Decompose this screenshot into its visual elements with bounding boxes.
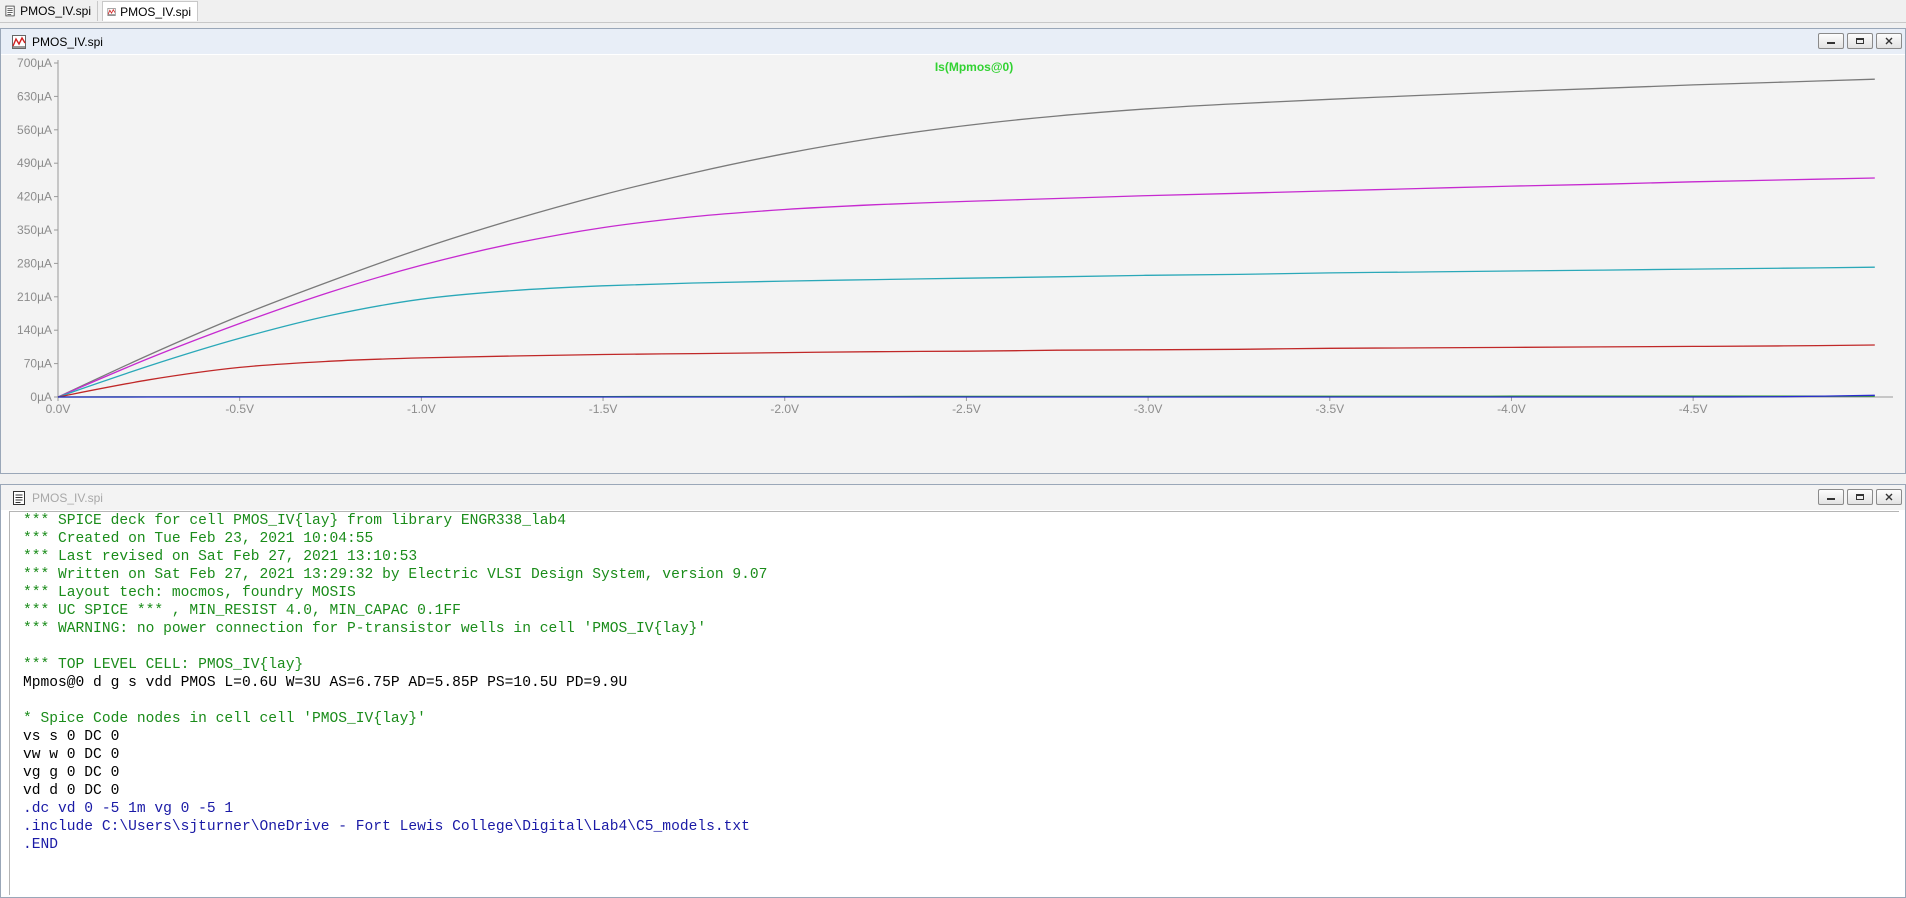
close-button[interactable] (1876, 489, 1902, 505)
restore-icon (1856, 494, 1864, 500)
close-icon (1885, 493, 1893, 501)
y-tick-label: 70µA (24, 357, 52, 371)
y-tick-label: 490µA (17, 156, 52, 170)
netlist-line[interactable]: *** Layout tech: mocmos, foundry MOSIS (23, 584, 1899, 602)
close-icon (1885, 37, 1893, 45)
minimize-button[interactable] (1818, 489, 1844, 505)
document-icon (13, 490, 25, 505)
minimize-icon (1827, 498, 1835, 500)
netlist-line[interactable]: vd d 0 DC 0 (23, 782, 1899, 800)
netlist-line[interactable]: .include C:\Users\sjturner\OneDrive - Fo… (23, 818, 1899, 836)
signal-title[interactable]: Is(Mpmos@0) (935, 60, 1013, 74)
netlist-line[interactable]: .dc vd 0 -5 1m vg 0 -5 1 (23, 800, 1899, 818)
waveform-icon (107, 7, 116, 16)
series-line-3[interactable] (57, 266, 1875, 398)
waveform-chart[interactable]: Is(Mpmos@0) 0µA70µA140µA210µA280µA350µA4… (1, 55, 1905, 473)
y-tick-label: 700µA (17, 56, 52, 70)
waveform-icon (12, 34, 26, 49)
netlist-text-editor[interactable]: *** SPICE deck for cell PMOS_IV{lay} fro… (9, 511, 1899, 895)
minimize-button[interactable] (1818, 33, 1844, 49)
netlist-window-titlebar[interactable]: PMOS_IV.spi (1, 485, 1905, 510)
netlist-line[interactable]: *** SPICE deck for cell PMOS_IV{lay} fro… (23, 512, 1899, 530)
restore-button[interactable] (1847, 33, 1873, 49)
waveform-window-titlebar[interactable]: PMOS_IV.spi (1, 29, 1905, 54)
x-tick-label: -3.5V (1315, 402, 1344, 416)
waveform-window: PMOS_IV.spi Is(Mpmos@0) 0µA 70µA 140µA 210µ… (0, 28, 1906, 474)
window-title: PMOS_IV.spi (32, 34, 103, 49)
netlist-line[interactable]: Mpmos@0 d g s vdd PMOS L=0.6U W=3U AS=6.… (23, 674, 1899, 692)
netlist-line[interactable]: *** Written on Sat Feb 27, 2021 13:29:32… (23, 566, 1899, 584)
document-tab-bar: PMOS_IV.spi PMOS_IV.spi (0, 0, 1906, 23)
series-line-2[interactable] (57, 177, 1875, 398)
netlist-line[interactable]: .END (23, 836, 1899, 854)
y-tick-label: 630µA (17, 89, 52, 103)
x-tick-label: -3.0V (1134, 402, 1163, 416)
waveform-plot-area[interactable]: Is(Mpmos@0) 0µA 70µA 140µA 210µA 280µA 350µA 4… (1, 55, 1905, 473)
restore-button[interactable] (1847, 489, 1873, 505)
document-icon (5, 5, 15, 17)
netlist-line[interactable]: *** Last revised on Sat Feb 27, 2021 13:… (23, 548, 1899, 566)
netlist-window: PMOS_IV.spi *** SPICE deck for cell PMOS… (0, 484, 1906, 898)
y-tick-label: 350µA (17, 223, 52, 237)
tab-netlist[interactable]: PMOS_IV.spi (0, 1, 98, 21)
window-title: PMOS_IV.spi (32, 490, 103, 505)
y-tick-label: 280µA (17, 256, 52, 270)
netlist-line[interactable]: *** WARNING: no power connection for P-t… (23, 620, 1899, 638)
netlist-line[interactable]: vs s 0 DC 0 (23, 728, 1899, 746)
netlist-line[interactable]: vw w 0 DC 0 (23, 746, 1899, 764)
netlist-line[interactable]: *** TOP LEVEL CELL: PMOS_IV{lay} (23, 656, 1899, 674)
minimize-icon (1827, 42, 1835, 44)
series-line-4[interactable] (57, 344, 1875, 398)
tab-label: PMOS_IV.spi (120, 4, 191, 19)
y-tick-label: 420µA (17, 190, 52, 204)
x-tick-label: -4.0V (1497, 402, 1526, 416)
y-tick-label: 560µA (17, 123, 52, 137)
y-tick-label: 210µA (17, 290, 52, 304)
netlist-line[interactable]: vg g 0 DC 0 (23, 764, 1899, 782)
x-tick-label: -4.5V (1679, 402, 1708, 416)
tab-waveform[interactable]: PMOS_IV.spi (102, 1, 198, 21)
netlist-line[interactable] (23, 692, 1899, 710)
netlist-line[interactable]: *** Created on Tue Feb 23, 2021 10:04:55 (23, 530, 1899, 548)
x-tick-label: -1.0V (407, 402, 436, 416)
restore-icon (1856, 38, 1864, 44)
series-line-1[interactable] (57, 78, 1875, 398)
x-tick-label: -1.5V (589, 402, 618, 416)
x-tick-label: -2.0V (770, 402, 799, 416)
x-tick-label: -0.5V (225, 402, 254, 416)
netlist-line[interactable]: *** UC SPICE *** , MIN_RESIST 4.0, MIN_C… (23, 602, 1899, 620)
tab-label: PMOS_IV.spi (20, 4, 91, 18)
netlist-line[interactable]: * Spice Code nodes in cell cell 'PMOS_IV… (23, 710, 1899, 728)
netlist-line[interactable] (23, 638, 1899, 656)
x-tick-label: -2.5V (952, 402, 981, 416)
close-button[interactable] (1876, 33, 1902, 49)
x-tick-label: 0.0V (46, 402, 71, 416)
y-tick-label: 140µA (17, 323, 52, 337)
